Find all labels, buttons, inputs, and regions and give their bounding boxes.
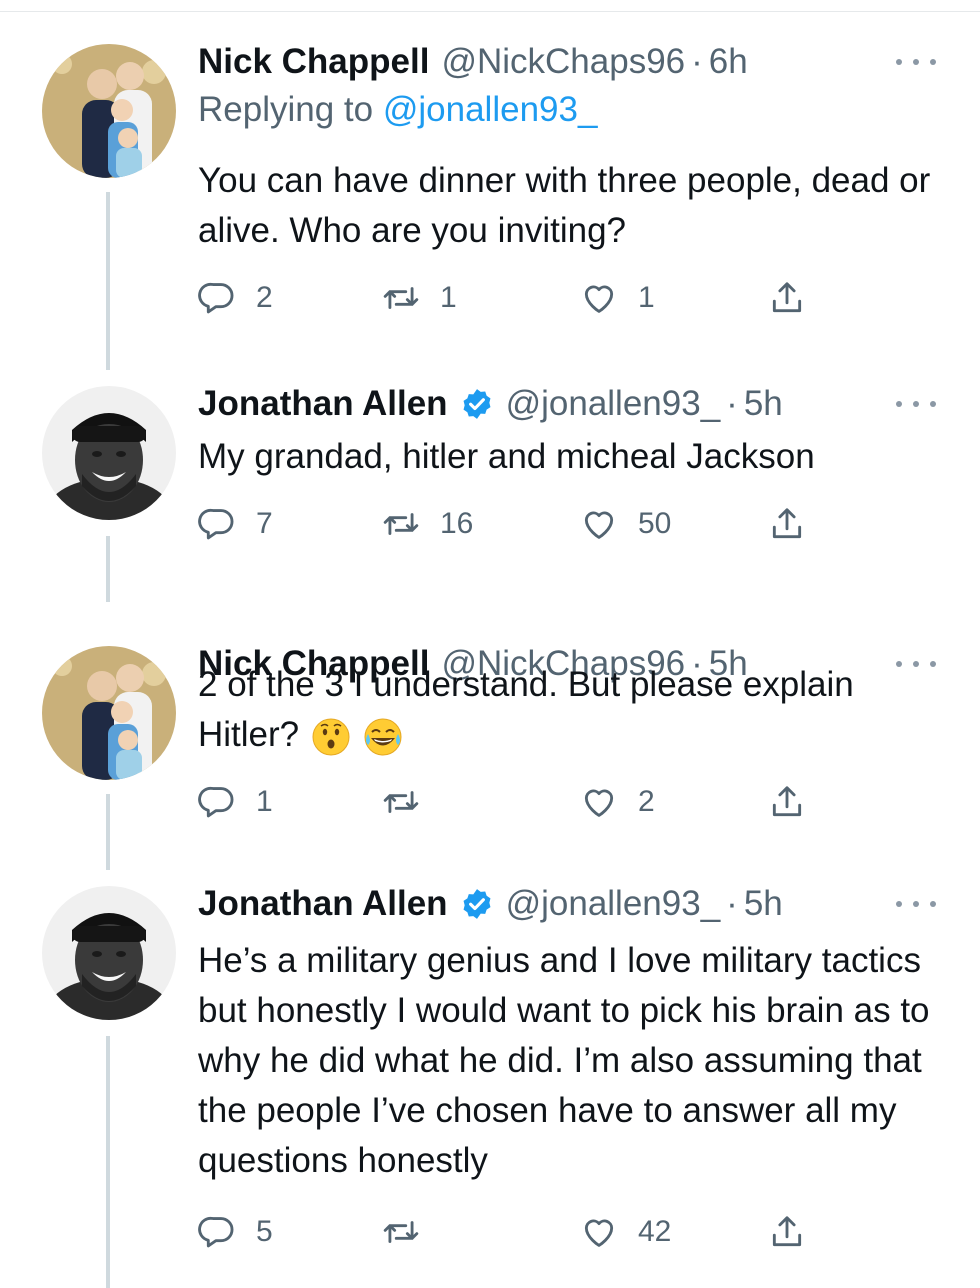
like-icon	[580, 783, 618, 821]
display-name[interactable]: Jonathan Allen	[198, 384, 448, 424]
retweet-button[interactable]	[382, 1212, 440, 1252]
retweet-button[interactable]: 1	[382, 278, 457, 318]
retweet-icon	[382, 505, 420, 543]
display-name[interactable]: Nick Chappell	[198, 42, 429, 82]
tears-of-joy-emoji	[363, 717, 403, 757]
tweet[interactable]: Nick Chappell @NickChaps96 · 6h Replying…	[0, 0, 980, 370]
reply-button[interactable]: 1	[198, 782, 273, 822]
like-count: 50	[638, 507, 672, 540]
tweet-text: 2 of the 3 I understand. But please expl…	[198, 665, 854, 754]
reply-button[interactable]: 7	[198, 504, 273, 544]
thread-line	[106, 1036, 110, 1288]
verified-badge-icon	[460, 887, 494, 921]
separator-dot: ·	[691, 42, 703, 81]
reply-icon	[198, 783, 236, 821]
handle[interactable]: @jonallen93_	[506, 884, 721, 924]
reply-icon	[198, 279, 236, 317]
verified-badge-icon	[460, 387, 494, 421]
thread-line	[106, 192, 110, 370]
more-icon[interactable]	[896, 894, 936, 914]
like-count: 2	[638, 785, 655, 818]
avatar[interactable]	[42, 386, 176, 520]
share-button[interactable]	[768, 1212, 806, 1252]
share-button[interactable]	[768, 782, 806, 822]
action-bar: 7 16 50	[198, 504, 818, 544]
retweet-icon	[382, 783, 420, 821]
timestamp[interactable]: 6h	[709, 42, 748, 82]
tweet[interactable]: Jonathan Allen @jonallen93_ · 5h My gran…	[0, 370, 980, 602]
share-button[interactable]	[768, 504, 806, 544]
retweet-button[interactable]: 16	[382, 504, 473, 544]
like-button[interactable]: 42	[580, 1212, 671, 1252]
replying-handle-link[interactable]: @jonallen93_	[383, 90, 598, 129]
action-bar: 2 1 1	[198, 278, 818, 318]
more-icon[interactable]	[896, 52, 936, 72]
share-button[interactable]	[768, 278, 806, 318]
like-count: 1	[638, 281, 655, 314]
tweet[interactable]: Jonathan Allen @jonallen93_ · 5h He’s a …	[0, 870, 980, 1288]
retweet-button[interactable]	[382, 782, 440, 822]
tweet-text: My grandad, hitler and micheal Jackson	[198, 437, 815, 476]
reply-count: 1	[256, 785, 273, 818]
like-icon	[580, 1213, 618, 1251]
replying-to: Replying to @jonallen93_	[198, 90, 597, 130]
tweet-header: Jonathan Allen @jonallen93_ · 5h	[198, 382, 783, 426]
like-button[interactable]: 50	[580, 504, 671, 544]
retweet-count: 16	[440, 507, 474, 540]
reply-count: 2	[256, 281, 273, 314]
reply-count: 5	[256, 1215, 273, 1248]
tweet-header: Nick Chappell @NickChaps96 · 6h	[198, 40, 748, 84]
action-bar: 1 2	[198, 782, 818, 822]
more-icon[interactable]	[896, 394, 936, 414]
reply-icon	[198, 505, 236, 543]
replying-label: Replying to	[198, 90, 374, 129]
share-icon	[768, 279, 806, 317]
like-button[interactable]: 2	[580, 782, 655, 822]
avatar[interactable]	[42, 44, 176, 178]
share-icon	[768, 1213, 806, 1251]
like-button[interactable]: 1	[580, 278, 655, 318]
retweet-icon	[382, 279, 420, 317]
retweet-icon	[382, 1213, 420, 1251]
reply-icon	[198, 1213, 236, 1251]
tweet-text-container: 2 of the 3 I understand. But please expl…	[198, 660, 958, 760]
timestamp[interactable]: 5h	[744, 884, 783, 924]
like-icon	[580, 279, 618, 317]
tweet-text: He’s a military genius and I love milita…	[198, 941, 930, 1180]
avatar[interactable]	[42, 646, 176, 780]
timestamp[interactable]: 5h	[744, 384, 783, 424]
share-icon	[768, 783, 806, 821]
share-icon	[768, 505, 806, 543]
tweet-text: You can have dinner with three people, d…	[198, 161, 931, 250]
separator-dot: ·	[726, 384, 738, 423]
tweet-header: Jonathan Allen @jonallen93_ · 5h	[198, 882, 783, 926]
avatar[interactable]	[42, 886, 176, 1020]
reply-count: 7	[256, 507, 273, 540]
hushed-face-emoji	[311, 717, 351, 757]
handle[interactable]: @jonallen93_	[506, 384, 721, 424]
thread-line	[106, 536, 110, 602]
display-name[interactable]: Jonathan Allen	[198, 884, 448, 924]
reply-button[interactable]: 5	[198, 1212, 273, 1252]
thread-line	[106, 794, 110, 870]
like-count: 42	[638, 1215, 672, 1248]
separator-dot: ·	[726, 884, 738, 923]
like-icon	[580, 505, 618, 543]
handle[interactable]: @NickChaps96	[441, 42, 685, 82]
action-bar: 5 42	[198, 1212, 818, 1252]
reply-button[interactable]: 2	[198, 278, 273, 318]
retweet-count: 1	[440, 281, 457, 314]
tweet[interactable]: Nick Chappell @NickChaps96 · 5h 2 of the…	[0, 602, 980, 870]
